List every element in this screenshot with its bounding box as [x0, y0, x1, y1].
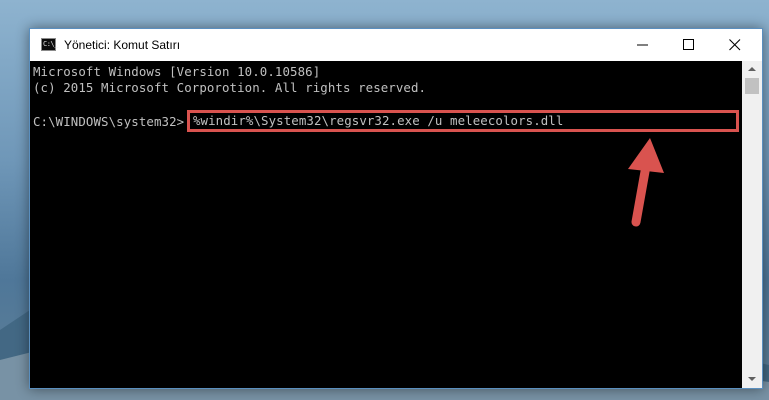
scroll-thumb[interactable]	[745, 78, 759, 94]
chevron-up-icon	[748, 67, 756, 71]
maximize-button[interactable]	[666, 29, 712, 61]
console-prompt: C:\WINDOWS\system32>	[33, 114, 185, 129]
close-button[interactable]	[712, 29, 758, 61]
maximize-icon	[683, 39, 694, 50]
title-bar[interactable]: C:\_ Yönetici: Komut Satırı	[30, 29, 762, 61]
command-highlight-box	[187, 110, 739, 132]
minimize-button[interactable]	[620, 29, 666, 61]
chevron-down-icon	[748, 377, 756, 381]
console-line-version: Microsoft Windows [Version 10.0.10586]	[33, 64, 321, 79]
minimize-icon	[637, 44, 648, 46]
cmd-app-icon: C:\_	[41, 38, 58, 51]
close-icon	[729, 39, 741, 51]
console-line-copyright: (c) 2015 Microsoft Corporotion. All righ…	[33, 80, 427, 95]
scroll-up-button[interactable]	[742, 61, 762, 78]
command-prompt-window: C:\_ Yönetici: Komut Satırı Microsoft Wi…	[29, 28, 763, 389]
scroll-down-button[interactable]	[742, 371, 762, 388]
console-output[interactable]: Microsoft Windows [Version 10.0.10586] (…	[30, 61, 742, 388]
window-title: Yönetici: Komut Satırı	[64, 38, 181, 52]
vertical-scrollbar[interactable]	[742, 61, 762, 388]
